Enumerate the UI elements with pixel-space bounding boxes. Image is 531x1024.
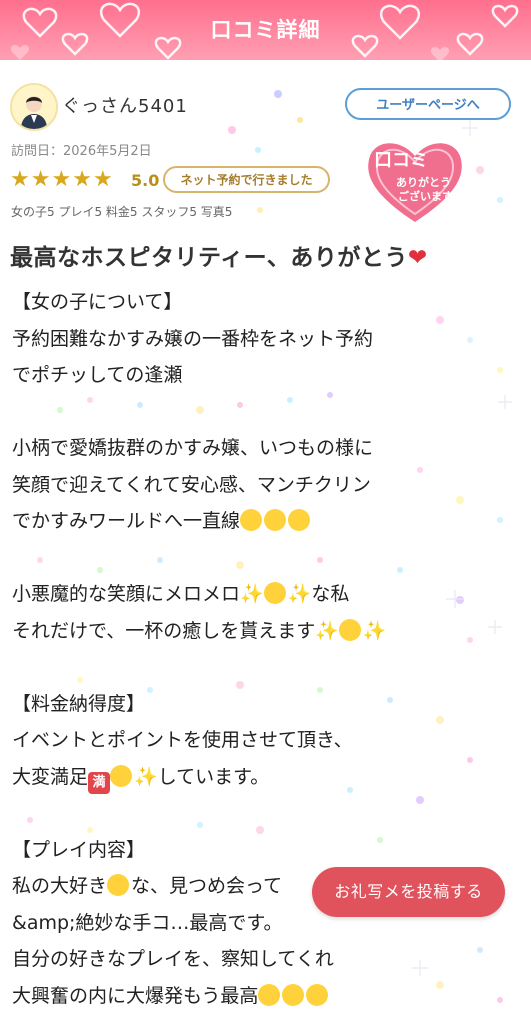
review-line: 小柄で愛嬌抜群のかすみ嬢、いつもの様に [12, 437, 374, 459]
review-line-text: な、見つめ会って [131, 875, 283, 897]
review-line [12, 394, 522, 431]
star-icon: ★ [72, 167, 92, 192]
star-icon: ★ [51, 167, 72, 192]
review-line-text: な私 [311, 583, 350, 605]
avatar[interactable] [10, 83, 58, 131]
category-scores: 女の子5 プレイ5 料金5 スタッフ5 写真5 [11, 205, 233, 219]
smiling-halo-emoji-icon [264, 509, 287, 531]
smiling-hearts-emoji-icon [306, 983, 329, 1006]
stamp-line3: ございます [398, 189, 453, 203]
review-line-text: でかすみワールドへ一直線 [12, 510, 241, 532]
review-title: 最高なホスピタリティー、ありがとう❤ [10, 238, 428, 272]
user-page-button[interactable]: ユーザーページへ [345, 88, 511, 120]
review-line: それだけで、一杯の癒しを貰えます✨ ✨ [12, 613, 522, 650]
net-reservation-badge: ネット予約で行きました [163, 166, 330, 193]
review-line [12, 795, 522, 832]
review-line [12, 540, 522, 577]
sparkles-emoji-icon: ✨ [315, 619, 339, 642]
review-line-text: しています。 [157, 765, 270, 788]
sparkles-emoji-icon: ✨ [362, 619, 387, 642]
star-icon: ★ [30, 167, 51, 192]
review-line-text: 小悪魔的な笑顔にメロメロ [12, 583, 241, 605]
reviewer-name[interactable]: ぐっさん5401 [62, 92, 188, 118]
rating-value: 5.0 [131, 171, 160, 190]
smiling-halo-emoji-icon [288, 509, 311, 531]
user-avatar-icon [12, 85, 56, 129]
grinning-emoji-icon [110, 764, 133, 787]
sparkles-emoji-icon: ✨ [287, 583, 312, 605]
heart-eyes-emoji-icon [263, 582, 286, 604]
star-rating: ★★★★★ [10, 169, 114, 191]
review-line: 大変満足満 ✨しています。 [12, 759, 522, 796]
visit-date: 訪問日：2026年5月2日 [11, 144, 152, 159]
star-icon: ★ [92, 167, 113, 192]
review-line: 【料金納得度】 [12, 692, 146, 715]
sparkles-emoji-icon: ✨ [134, 765, 158, 788]
heart-eyes-emoji-icon [107, 874, 130, 896]
page-title: 口コミ詳細 [210, 18, 321, 42]
review-line: 【女の子について】 [12, 291, 183, 313]
review-line [12, 649, 522, 686]
review-line: 笑顔で迎えてくれて安心感、マンチクリン [12, 473, 371, 496]
review-line: でかすみワールドへ一直線 [12, 503, 522, 540]
review-line: 【プレイ内容】 [12, 838, 146, 861]
review-line-text: 大興奮の内に大爆発もう最高 [12, 984, 259, 1007]
review-line: でポチッしての逢瀬 [12, 364, 183, 386]
review-line-text: それだけで、一杯の癒しを貰えます [12, 619, 316, 642]
relieved-emoji-icon [338, 618, 361, 641]
review-line: 大興奮の内に大爆発もう最高 [12, 978, 522, 1015]
review-line: 自分の好きなプレイを、察知してくれ [12, 948, 334, 970]
review-line: 予約困難なかすみ嬢の一番枠をネット予約 [12, 327, 374, 350]
smiling-hearts-emoji-icon [258, 983, 281, 1006]
review-title-text: 最高なホスピタリティー、ありがとう [10, 245, 408, 271]
star-icon: ★ [10, 167, 30, 192]
full-marks-emoji-icon: 満 [88, 771, 111, 794]
smiling-hearts-emoji-icon [282, 983, 305, 1006]
post-thanks-photo-button[interactable]: お礼写メを投稿する [312, 867, 505, 917]
stamp-line2: ありがとう [396, 175, 451, 189]
review-line: イベントとポイントを使用させて頂き、 [12, 729, 353, 751]
stamp-title: 口コミ [374, 150, 428, 171]
thanks-stamp-icon: 口コミ ありがとう ございます [368, 143, 462, 222]
review-line-text: 大変満足 [12, 765, 89, 788]
page-header: 口コミ詳細 [0, 0, 531, 60]
review-line-text: 私の大好き [12, 875, 108, 897]
review-line: 小悪魔的な笑顔にメロメロ✨ ✨な私 [12, 576, 522, 613]
heart-icon: ❤ [407, 245, 428, 271]
smiling-halo-emoji-icon [240, 509, 263, 531]
sparkles-emoji-icon: ✨ [240, 583, 264, 605]
